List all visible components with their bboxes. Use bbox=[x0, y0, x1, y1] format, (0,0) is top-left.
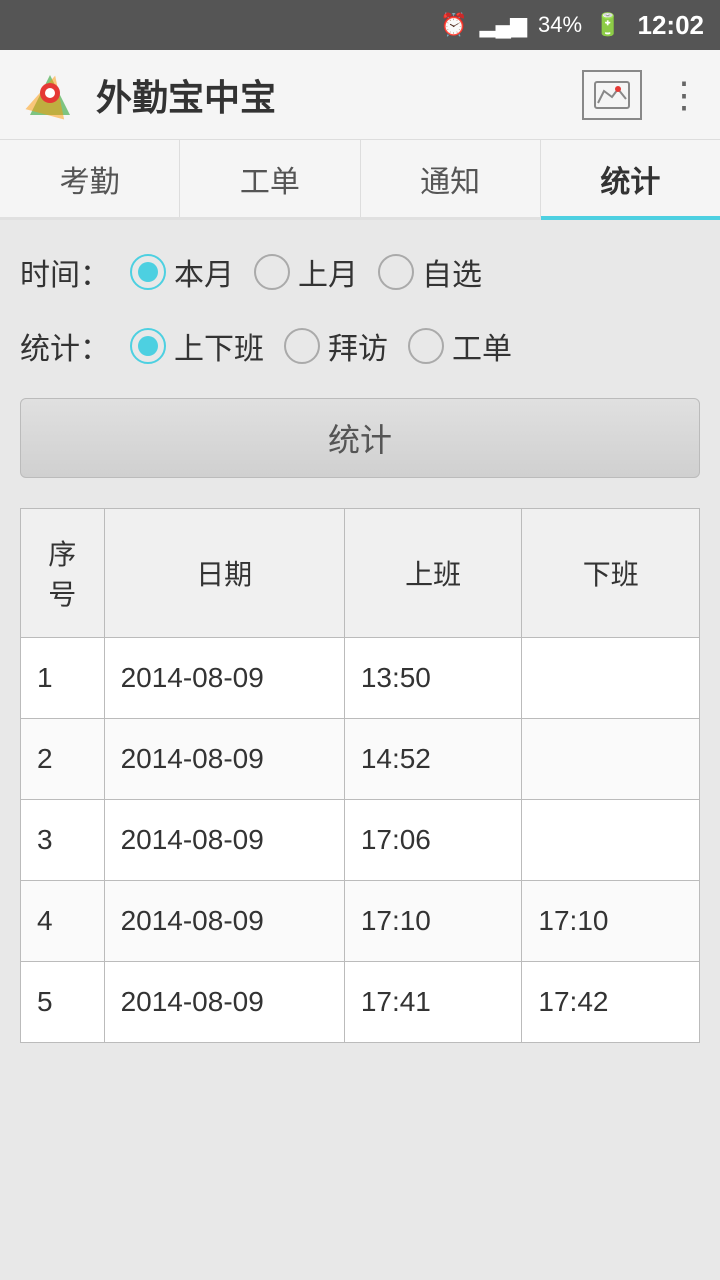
col-header-end: 下班 bbox=[522, 509, 700, 638]
cell-start: 17:06 bbox=[344, 800, 522, 881]
tab-stats[interactable]: 统计 bbox=[541, 140, 720, 217]
table-header-row: 序号 日期 上班 下班 bbox=[21, 509, 700, 638]
battery-icon: 🔋 bbox=[594, 12, 621, 38]
tab-notify[interactable]: 通知 bbox=[361, 140, 541, 217]
stats-filter-label: 统计： bbox=[20, 324, 110, 368]
battery-indicator: 34% bbox=[538, 12, 582, 38]
col-header-start: 上班 bbox=[344, 509, 522, 638]
radio-label-commute: 上下班 bbox=[174, 324, 264, 368]
time-filter-row: 时间： 本月 上月 自选 bbox=[20, 250, 700, 294]
table-row: 3 2014-08-09 17:06 bbox=[21, 800, 700, 881]
cell-start: 17:41 bbox=[344, 962, 522, 1043]
app-icon bbox=[20, 65, 80, 125]
stats-radio-group: 上下班 拜访 工单 bbox=[130, 324, 512, 368]
radio-circle-custom bbox=[378, 254, 414, 290]
cell-date: 2014-08-09 bbox=[104, 638, 344, 719]
cell-end bbox=[522, 800, 700, 881]
radio-circle-commute bbox=[130, 328, 166, 364]
table-row: 1 2014-08-09 13:50 bbox=[21, 638, 700, 719]
cell-index: 5 bbox=[21, 962, 105, 1043]
cell-start: 17:10 bbox=[344, 881, 522, 962]
col-header-date: 日期 bbox=[104, 509, 344, 638]
status-bar: ⏰ ▂▄▆ 34% 🔋 12:02 bbox=[0, 0, 720, 50]
radio-label-custom: 自选 bbox=[422, 250, 482, 294]
col-header-index: 序号 bbox=[21, 509, 105, 638]
tab-bar: 考勤 工单 通知 统计 bbox=[0, 140, 720, 220]
cell-date: 2014-08-09 bbox=[104, 881, 344, 962]
table-row: 2 2014-08-09 14:52 bbox=[21, 719, 700, 800]
time-filter-label: 时间： bbox=[20, 250, 110, 294]
content-area: 时间： 本月 上月 自选 统计： 上下班 拜访 bbox=[0, 220, 720, 1073]
radio-label-workorder: 工单 bbox=[452, 324, 512, 368]
status-time: 12:02 bbox=[638, 10, 705, 41]
radio-workorder[interactable]: 工单 bbox=[408, 324, 512, 368]
cell-start: 14:52 bbox=[344, 719, 522, 800]
tab-workorder[interactable]: 工单 bbox=[180, 140, 360, 217]
cell-start: 13:50 bbox=[344, 638, 522, 719]
map-button[interactable] bbox=[582, 70, 642, 120]
tab-attendance[interactable]: 考勤 bbox=[0, 140, 180, 217]
cell-end: 17:10 bbox=[522, 881, 700, 962]
radio-label-last-month: 上月 bbox=[298, 250, 358, 294]
signal-icon: ▂▄▆ bbox=[480, 12, 526, 38]
radio-circle-last-month bbox=[254, 254, 290, 290]
cell-date: 2014-08-09 bbox=[104, 962, 344, 1043]
data-table: 序号 日期 上班 下班 1 2014-08-09 13:50 2 2014-08… bbox=[20, 508, 700, 1043]
cell-end: 17:42 bbox=[522, 962, 700, 1043]
radio-circle-workorder bbox=[408, 328, 444, 364]
radio-circle-visit bbox=[284, 328, 320, 364]
radio-label-current-month: 本月 bbox=[174, 250, 234, 294]
radio-label-visit: 拜访 bbox=[328, 324, 388, 368]
title-bar: 外勤宝中宝 ⋮ bbox=[0, 50, 720, 140]
radio-last-month[interactable]: 上月 bbox=[254, 250, 358, 294]
radio-commute[interactable]: 上下班 bbox=[130, 324, 264, 368]
radio-visit[interactable]: 拜访 bbox=[284, 324, 388, 368]
more-menu-button[interactable]: ⋮ bbox=[666, 74, 700, 116]
time-radio-group: 本月 上月 自选 bbox=[130, 250, 482, 294]
app-title: 外勤宝中宝 bbox=[96, 69, 582, 121]
clock-icon: ⏰ bbox=[440, 12, 467, 38]
stats-filter-row: 统计： 上下班 拜访 工单 bbox=[20, 324, 700, 368]
table-row: 4 2014-08-09 17:10 17:10 bbox=[21, 881, 700, 962]
cell-index: 1 bbox=[21, 638, 105, 719]
radio-custom[interactable]: 自选 bbox=[378, 250, 482, 294]
stats-button[interactable]: 统计 bbox=[20, 398, 700, 478]
cell-date: 2014-08-09 bbox=[104, 800, 344, 881]
cell-end bbox=[522, 719, 700, 800]
cell-date: 2014-08-09 bbox=[104, 719, 344, 800]
radio-circle-current-month bbox=[130, 254, 166, 290]
cell-end bbox=[522, 638, 700, 719]
radio-current-month[interactable]: 本月 bbox=[130, 250, 234, 294]
cell-index: 2 bbox=[21, 719, 105, 800]
table-row: 5 2014-08-09 17:41 17:42 bbox=[21, 962, 700, 1043]
cell-index: 3 bbox=[21, 800, 105, 881]
cell-index: 4 bbox=[21, 881, 105, 962]
